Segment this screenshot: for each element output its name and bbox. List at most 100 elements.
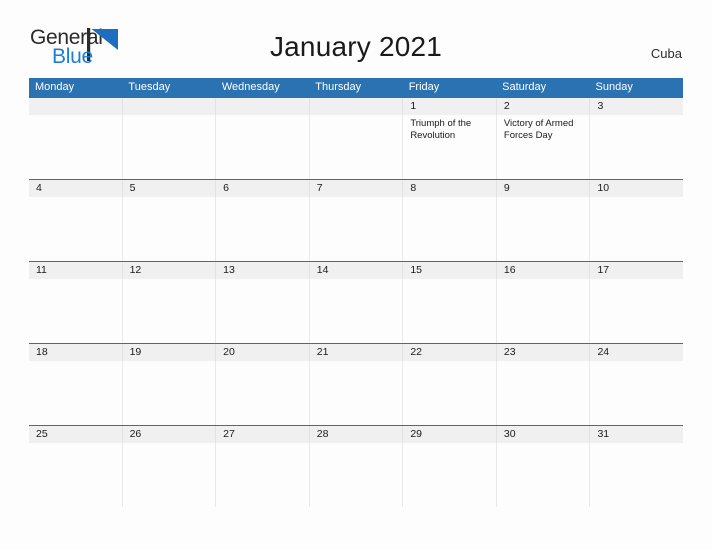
week-event-area xyxy=(29,443,683,507)
day-number[interactable]: 11 xyxy=(29,262,123,279)
day-cell[interactable]: Triumph of the Revolution xyxy=(403,115,497,179)
day-number[interactable]: 28 xyxy=(310,426,404,443)
week-date-numbers: 18 19 20 21 22 23 24 xyxy=(29,344,683,361)
day-number[interactable]: 31 xyxy=(590,426,683,443)
day-cell[interactable] xyxy=(29,279,123,343)
weekday-header-friday: Friday xyxy=(403,78,497,97)
day-number[interactable]: 1 xyxy=(403,98,497,115)
day-cell[interactable] xyxy=(29,443,123,507)
day-cell[interactable] xyxy=(590,115,683,179)
weekday-header-monday: Monday xyxy=(29,78,123,97)
calendar-week-row: 18 19 20 21 22 23 24 xyxy=(29,343,683,425)
day-cell[interactable] xyxy=(590,197,683,261)
day-number[interactable]: 16 xyxy=(497,262,591,279)
calendar-week-row: 11 12 13 14 15 16 17 xyxy=(29,261,683,343)
day-cell[interactable] xyxy=(29,115,123,179)
day-cell[interactable] xyxy=(216,443,310,507)
holiday-label: Victory of Armed Forces Day xyxy=(503,118,574,141)
weekday-header-wednesday: Wednesday xyxy=(216,78,310,97)
day-number[interactable]: 22 xyxy=(403,344,497,361)
day-number[interactable] xyxy=(29,98,123,115)
day-number[interactable] xyxy=(216,98,310,115)
day-cell[interactable] xyxy=(590,279,683,343)
day-cell[interactable] xyxy=(310,115,404,179)
day-cell[interactable] xyxy=(123,443,217,507)
day-number[interactable]: 18 xyxy=(29,344,123,361)
day-cell[interactable] xyxy=(216,115,310,179)
weekday-header-saturday: Saturday xyxy=(496,78,590,97)
day-number[interactable]: 12 xyxy=(123,262,217,279)
day-number[interactable]: 19 xyxy=(123,344,217,361)
holiday-label: Triumph of the Revolution xyxy=(410,118,472,141)
day-cell[interactable] xyxy=(497,443,591,507)
day-number[interactable]: 2 xyxy=(497,98,591,115)
region-label: Cuba xyxy=(650,46,682,61)
day-number[interactable]: 30 xyxy=(497,426,591,443)
calendar-week-row: 25 26 27 28 29 30 31 xyxy=(29,425,683,507)
day-number[interactable]: 20 xyxy=(216,344,310,361)
week-date-numbers: 25 26 27 28 29 30 31 xyxy=(29,426,683,443)
week-date-numbers: 1 2 3 xyxy=(29,98,683,115)
week-event-area xyxy=(29,361,683,425)
day-number[interactable]: 26 xyxy=(123,426,217,443)
day-number[interactable]: 10 xyxy=(590,180,683,197)
week-event-area: Triumph of the Revolution Victory of Arm… xyxy=(29,115,683,179)
day-number[interactable]: 13 xyxy=(216,262,310,279)
day-cell[interactable] xyxy=(497,197,591,261)
weekday-header-tuesday: Tuesday xyxy=(122,78,216,97)
day-cell[interactable] xyxy=(310,197,404,261)
week-event-area xyxy=(29,279,683,343)
day-number[interactable]: 21 xyxy=(310,344,404,361)
day-cell[interactable] xyxy=(29,361,123,425)
day-number[interactable]: 6 xyxy=(216,180,310,197)
day-cell[interactable] xyxy=(497,361,591,425)
week-date-numbers: 11 12 13 14 15 16 17 xyxy=(29,262,683,279)
day-number[interactable]: 7 xyxy=(310,180,404,197)
day-number[interactable]: 5 xyxy=(123,180,217,197)
page-title: January 2021 xyxy=(269,31,443,62)
day-cell[interactable] xyxy=(216,197,310,261)
day-cell[interactable] xyxy=(403,361,497,425)
day-cell[interactable] xyxy=(29,197,123,261)
day-number[interactable] xyxy=(123,98,217,115)
day-cell[interactable] xyxy=(123,361,217,425)
day-number[interactable]: 8 xyxy=(403,180,497,197)
day-cell[interactable] xyxy=(590,443,683,507)
day-number[interactable]: 14 xyxy=(310,262,404,279)
day-cell[interactable] xyxy=(123,115,217,179)
day-number[interactable]: 29 xyxy=(403,426,497,443)
calendar-grid: Monday Tuesday Wednesday Thursday Friday… xyxy=(29,78,683,507)
day-cell[interactable] xyxy=(497,279,591,343)
day-number[interactable]: 27 xyxy=(216,426,310,443)
weekday-header-sunday: Sunday xyxy=(590,78,683,97)
day-number[interactable]: 4 xyxy=(29,180,123,197)
day-cell[interactable] xyxy=(310,443,404,507)
day-cell[interactable] xyxy=(216,361,310,425)
day-cell[interactable] xyxy=(310,361,404,425)
weekday-header-row: Monday Tuesday Wednesday Thursday Friday… xyxy=(29,78,683,97)
day-number[interactable]: 17 xyxy=(590,262,683,279)
week-date-numbers: 4 5 6 7 8 9 10 xyxy=(29,180,683,197)
day-number[interactable]: 3 xyxy=(590,98,683,115)
weekday-header-thursday: Thursday xyxy=(309,78,403,97)
calendar-week-row: 1 2 3 Triumph of the Revolution Victory … xyxy=(29,97,683,179)
day-number[interactable]: 23 xyxy=(497,344,591,361)
day-cell[interactable] xyxy=(403,279,497,343)
day-number[interactable]: 15 xyxy=(403,262,497,279)
day-cell[interactable]: Victory of Armed Forces Day xyxy=(497,115,591,179)
day-number[interactable]: 9 xyxy=(497,180,591,197)
day-cell[interactable] xyxy=(590,361,683,425)
day-cell[interactable] xyxy=(123,197,217,261)
page-header: General Blue January 2021 Cuba xyxy=(0,0,712,68)
day-number[interactable]: 24 xyxy=(590,344,683,361)
day-cell[interactable] xyxy=(310,279,404,343)
day-cell[interactable] xyxy=(216,279,310,343)
day-number[interactable] xyxy=(310,98,404,115)
day-number[interactable]: 25 xyxy=(29,426,123,443)
calendar-week-row: 4 5 6 7 8 9 10 xyxy=(29,179,683,261)
week-event-area xyxy=(29,197,683,261)
day-cell[interactable] xyxy=(403,197,497,261)
day-cell[interactable] xyxy=(403,443,497,507)
day-cell[interactable] xyxy=(123,279,217,343)
calendar-page: General Blue January 2021 Cuba Monday Tu… xyxy=(0,0,712,550)
